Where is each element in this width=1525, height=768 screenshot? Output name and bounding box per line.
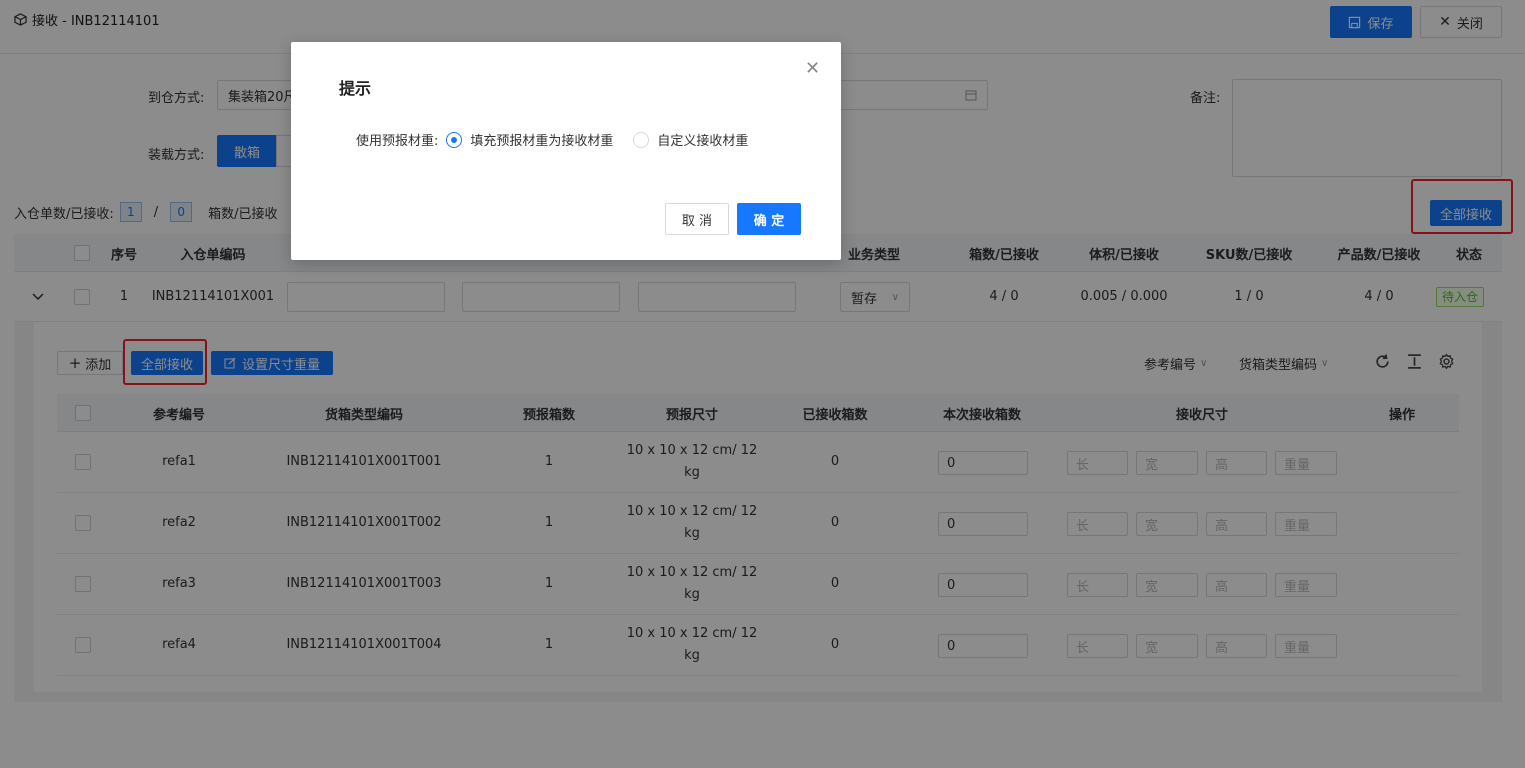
weight-option-group: 使用预报材重: 填充预报材重为接收材重 自定义接收材重	[356, 130, 748, 149]
dialog-title: 提示	[339, 79, 372, 98]
radio-fill-forecast-label[interactable]: 填充预报材重为接收材重	[470, 130, 613, 149]
ok-button[interactable]: 确 定	[737, 203, 801, 235]
close-icon[interactable]: ✕	[805, 60, 820, 78]
cancel-button[interactable]: 取 消	[665, 203, 729, 235]
prompt-dialog: 提示 ✕ 使用预报材重: 填充预报材重为接收材重 自定义接收材重 取 消 确 定	[291, 42, 841, 260]
radio-custom[interactable]	[633, 131, 650, 148]
radio-custom-label[interactable]: 自定义接收材重	[657, 130, 748, 149]
radio-fill-forecast[interactable]	[446, 131, 463, 148]
